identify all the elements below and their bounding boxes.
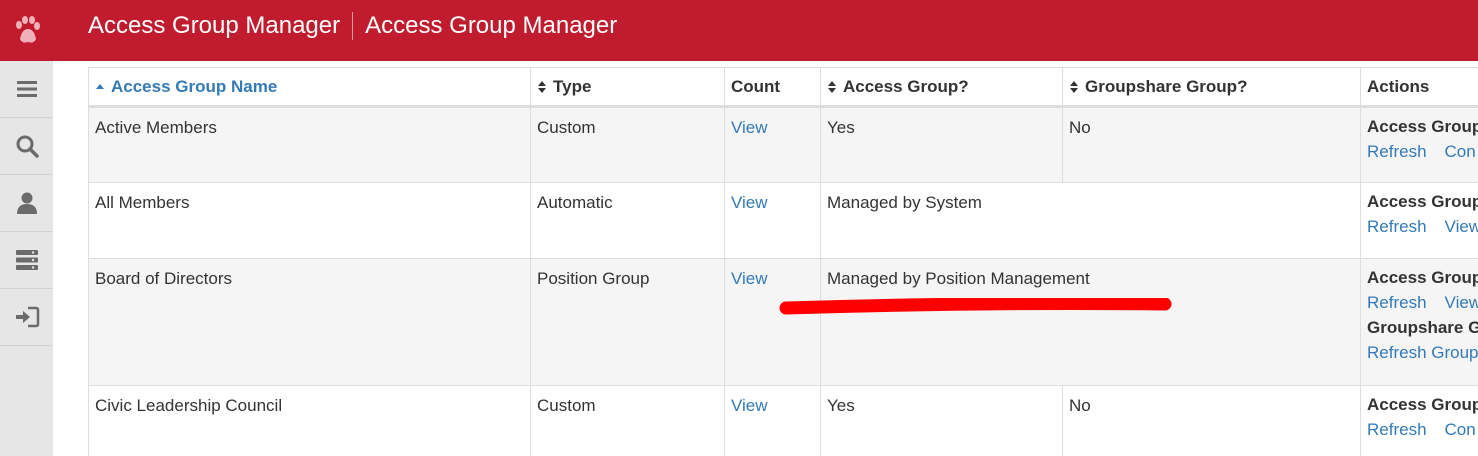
title-divider xyxy=(352,12,354,40)
server-icon xyxy=(15,250,38,270)
groupshare-title: Groupshare G xyxy=(1367,318,1478,337)
table-row: Active Members Custom View Yes No Access… xyxy=(88,106,1478,183)
view-link[interactable]: View xyxy=(1445,217,1478,236)
column-header-name[interactable]: Access Group Name xyxy=(88,67,531,108)
app-header: Access Group Manager Access Group Manage… xyxy=(0,0,1478,61)
section-title: Access Group Manager xyxy=(365,12,618,39)
sort-icon xyxy=(538,81,546,94)
sort-asc-icon xyxy=(96,84,104,90)
column-label: Access Group Name xyxy=(111,76,278,96)
cell-type: Position Group xyxy=(530,258,725,386)
cell-actions: Access Group Refresh View Groupshare G Re… xyxy=(1360,258,1478,386)
sidebar-item-login[interactable] xyxy=(0,289,53,346)
refresh-link[interactable]: Refresh xyxy=(1367,420,1427,439)
cell-count: View xyxy=(724,106,821,183)
cell-count: View xyxy=(724,385,821,456)
column-label: Count xyxy=(731,76,781,96)
sidebar xyxy=(0,61,53,456)
column-label: Actions xyxy=(1367,76,1430,96)
cell-type: Custom xyxy=(530,106,725,183)
cell-type: Custom xyxy=(530,385,725,456)
cell-type: Automatic xyxy=(530,182,725,259)
cell-access-group: Yes xyxy=(820,385,1063,456)
refresh-link[interactable]: Refresh xyxy=(1367,217,1427,236)
column-header-groupshare[interactable]: Groupshare Group? xyxy=(1062,67,1361,108)
user-icon xyxy=(16,192,37,214)
sidebar-item-search[interactable] xyxy=(0,118,53,175)
action-title: Access Group xyxy=(1367,395,1478,414)
cell-managed: Managed by Position Management xyxy=(820,258,1361,386)
cell-access-group: Yes xyxy=(820,106,1063,183)
column-header-access-group[interactable]: Access Group? xyxy=(820,67,1063,108)
sidebar-item-profile[interactable] xyxy=(0,175,53,232)
column-header-count: Count xyxy=(724,67,821,108)
table-row: All Members Automatic View Managed by Sy… xyxy=(88,182,1478,259)
action-link[interactable]: Con xyxy=(1445,420,1476,439)
column-header-type[interactable]: Type xyxy=(530,67,725,108)
page-title: Access Group Manager Access Group Manage… xyxy=(88,0,617,52)
sidebar-item-server[interactable] xyxy=(0,232,53,289)
cell-actions: Access Group Refresh View xyxy=(1360,182,1478,259)
paw-icon[interactable] xyxy=(0,0,53,61)
column-label: Groupshare Group? xyxy=(1085,76,1248,96)
refresh-link[interactable]: Refresh xyxy=(1367,293,1427,312)
view-count-link[interactable]: View xyxy=(731,193,768,212)
cell-count: View xyxy=(724,182,821,259)
action-title: Access Group xyxy=(1367,192,1478,211)
action-title: Access Group xyxy=(1367,117,1478,136)
cell-groupshare: No xyxy=(1062,106,1361,183)
cell-name: Civic Leadership Council xyxy=(88,385,531,456)
refresh-link[interactable]: Refresh xyxy=(1367,142,1427,161)
menu-icon xyxy=(16,81,37,97)
action-link[interactable]: Con xyxy=(1445,142,1476,161)
view-count-link[interactable]: View xyxy=(731,269,768,288)
access-group-table: Access Group Name Type Count Access Grou… xyxy=(88,67,1478,456)
cell-name: All Members xyxy=(88,182,531,259)
cell-name: Active Members xyxy=(88,106,531,183)
sidebar-item-menu[interactable] xyxy=(0,61,53,118)
cell-actions: Access Group Refresh Con xyxy=(1360,106,1478,183)
sort-icon xyxy=(828,81,836,94)
sort-icon xyxy=(1070,81,1078,94)
column-header-actions: Actions xyxy=(1360,67,1478,108)
action-title: Access Group xyxy=(1367,268,1478,287)
cell-managed: Managed by System xyxy=(820,182,1361,259)
table-row: Board of Directors Position Group View M… xyxy=(88,258,1478,386)
access-group-table-container: Access Group Name Type Count Access Grou… xyxy=(88,67,1478,456)
table-row: Civic Leadership Council Custom View Yes… xyxy=(88,385,1478,456)
refresh-group-link[interactable]: Refresh Group xyxy=(1367,343,1478,362)
view-count-link[interactable]: View xyxy=(731,118,768,137)
column-label: Type xyxy=(553,76,592,96)
column-label: Access Group? xyxy=(843,76,969,96)
table-header-row: Access Group Name Type Count Access Grou… xyxy=(88,67,1478,108)
cell-count: View xyxy=(724,258,821,386)
app-title: Access Group Manager xyxy=(88,12,341,39)
cell-name: Board of Directors xyxy=(88,258,531,386)
view-link[interactable]: View xyxy=(1445,293,1478,312)
cell-groupshare: No xyxy=(1062,385,1361,456)
view-count-link[interactable]: View xyxy=(731,396,768,415)
cell-actions: Access Group Refresh Con xyxy=(1360,385,1478,456)
sign-in-icon xyxy=(15,306,39,328)
search-icon xyxy=(16,135,39,158)
